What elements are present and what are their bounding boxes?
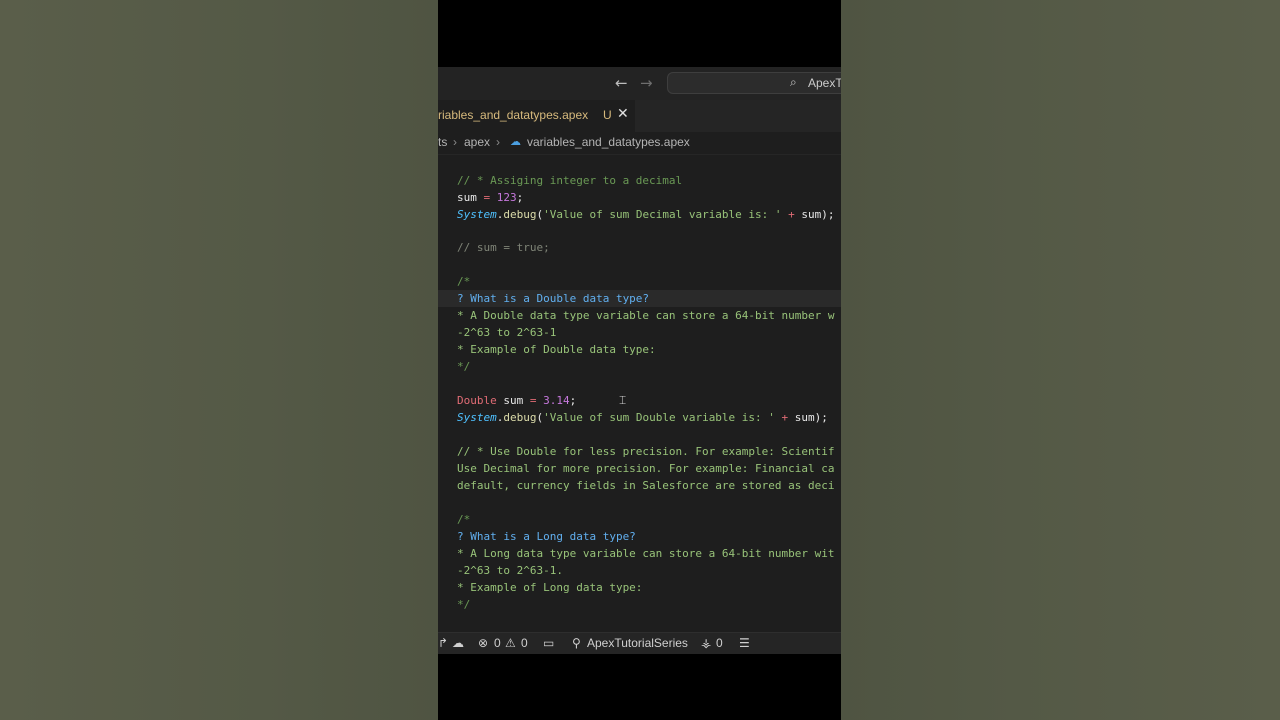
tab-label: riables_and_datatypes.apex bbox=[438, 108, 589, 122]
arrow-right-icon[interactable]: → bbox=[640, 74, 653, 92]
status-bar: ↱ ☁ ⊗ 0 ⚠ 0 ▭ ⚲ ApexTutorialSeries ⚶ 0 ☰ bbox=[438, 632, 841, 654]
blurred-background-left bbox=[0, 0, 438, 720]
code-line: * A Long data type variable can store a … bbox=[457, 547, 835, 560]
code-line: /* bbox=[457, 275, 471, 288]
editor-tab-bar: riables_and_datatypes.apex U ✕ bbox=[438, 100, 841, 133]
title-bar: ← → ⌕ ApexTutorialSeries bbox=[438, 67, 841, 101]
code-area[interactable]: // * Assiging integer to a decimal sum =… bbox=[457, 170, 841, 632]
menu-icon[interactable]: ☰ bbox=[739, 636, 750, 650]
ports-icon[interactable]: ⚶ bbox=[701, 636, 711, 650]
text-cursor-icon: ⌶ bbox=[619, 393, 627, 407]
code-line: System.debug('Value of sum Decimal varia… bbox=[457, 208, 835, 221]
untracked-badge: U bbox=[603, 108, 612, 122]
ports-count[interactable]: 0 bbox=[716, 636, 723, 650]
git-sync-icon[interactable]: ↱ bbox=[438, 636, 448, 650]
search-icon: ⌕ bbox=[790, 75, 797, 89]
code-line: * Example of Double data type: bbox=[457, 343, 656, 356]
breadcrumb: ts › apex › ☁ variables_and_datatypes.ap… bbox=[438, 132, 841, 155]
tab-variables-and-datatypes[interactable]: riables_and_datatypes.apex U ✕ bbox=[438, 100, 635, 133]
code-line: // * Assiging integer to a decimal bbox=[457, 174, 683, 187]
cloud-sync-icon[interactable]: ☁ bbox=[452, 636, 464, 650]
close-icon[interactable]: ✕ bbox=[617, 106, 629, 122]
arrow-left-icon[interactable]: ← bbox=[615, 74, 628, 92]
plug-icon[interactable]: ⚲ bbox=[572, 636, 581, 650]
code-line: * A Double data type variable can store … bbox=[457, 309, 835, 322]
error-icon[interactable]: ⊗ bbox=[478, 636, 488, 650]
blurred-background-right bbox=[841, 0, 1280, 720]
code-editor-window: ← → ⌕ ApexTutorialSeries riables_and_dat… bbox=[438, 67, 841, 654]
code-line: * Example of Long data type: bbox=[457, 581, 643, 594]
breadcrumb-item-file[interactable]: variables_and_datatypes.apex bbox=[527, 135, 690, 149]
breadcrumb-item-folder[interactable]: ts bbox=[438, 135, 447, 149]
breadcrumb-separator: › bbox=[453, 135, 457, 149]
code-line: default, currency fields in Salesforce a… bbox=[457, 479, 835, 492]
apex-file-icon: ☁ bbox=[510, 135, 521, 148]
error-count[interactable]: 0 bbox=[494, 636, 501, 650]
breadcrumb-separator: › bbox=[496, 135, 500, 149]
code-line: -2^63 to 2^63-1 bbox=[457, 326, 557, 339]
code-line: // * Use Double for less precision. For … bbox=[457, 445, 835, 458]
warning-count[interactable]: 0 bbox=[521, 636, 528, 650]
panel-layout-icon[interactable]: ▭ bbox=[543, 636, 554, 650]
video-frame: ← → ⌕ ApexTutorialSeries riables_and_dat… bbox=[438, 0, 841, 720]
code-line: ? What is a Long data type? bbox=[457, 530, 636, 543]
command-center-search[interactable]: ⌕ ApexTutorialSeries bbox=[667, 72, 841, 94]
code-line: System.debug('Value of sum Double variab… bbox=[457, 411, 828, 424]
warning-icon[interactable]: ⚠ bbox=[505, 636, 516, 650]
code-line: */ bbox=[457, 598, 471, 611]
code-line: ? What is a Double data type? bbox=[457, 292, 650, 305]
code-line: Use Decimal for more precision. For exam… bbox=[457, 462, 835, 475]
command-center-label: ApexTutorialSeries bbox=[808, 76, 841, 90]
code-line: -2^63 to 2^63-1. bbox=[457, 564, 563, 577]
breadcrumb-item-apex[interactable]: apex bbox=[464, 135, 490, 149]
project-name[interactable]: ApexTutorialSeries bbox=[587, 636, 688, 650]
code-line-active: Double sum = 3.14; bbox=[457, 394, 577, 407]
code-line: sum = 123; bbox=[457, 191, 524, 204]
code-line: */ bbox=[457, 360, 471, 373]
code-line: /* bbox=[457, 513, 471, 526]
code-line: // sum = true; bbox=[457, 241, 550, 254]
